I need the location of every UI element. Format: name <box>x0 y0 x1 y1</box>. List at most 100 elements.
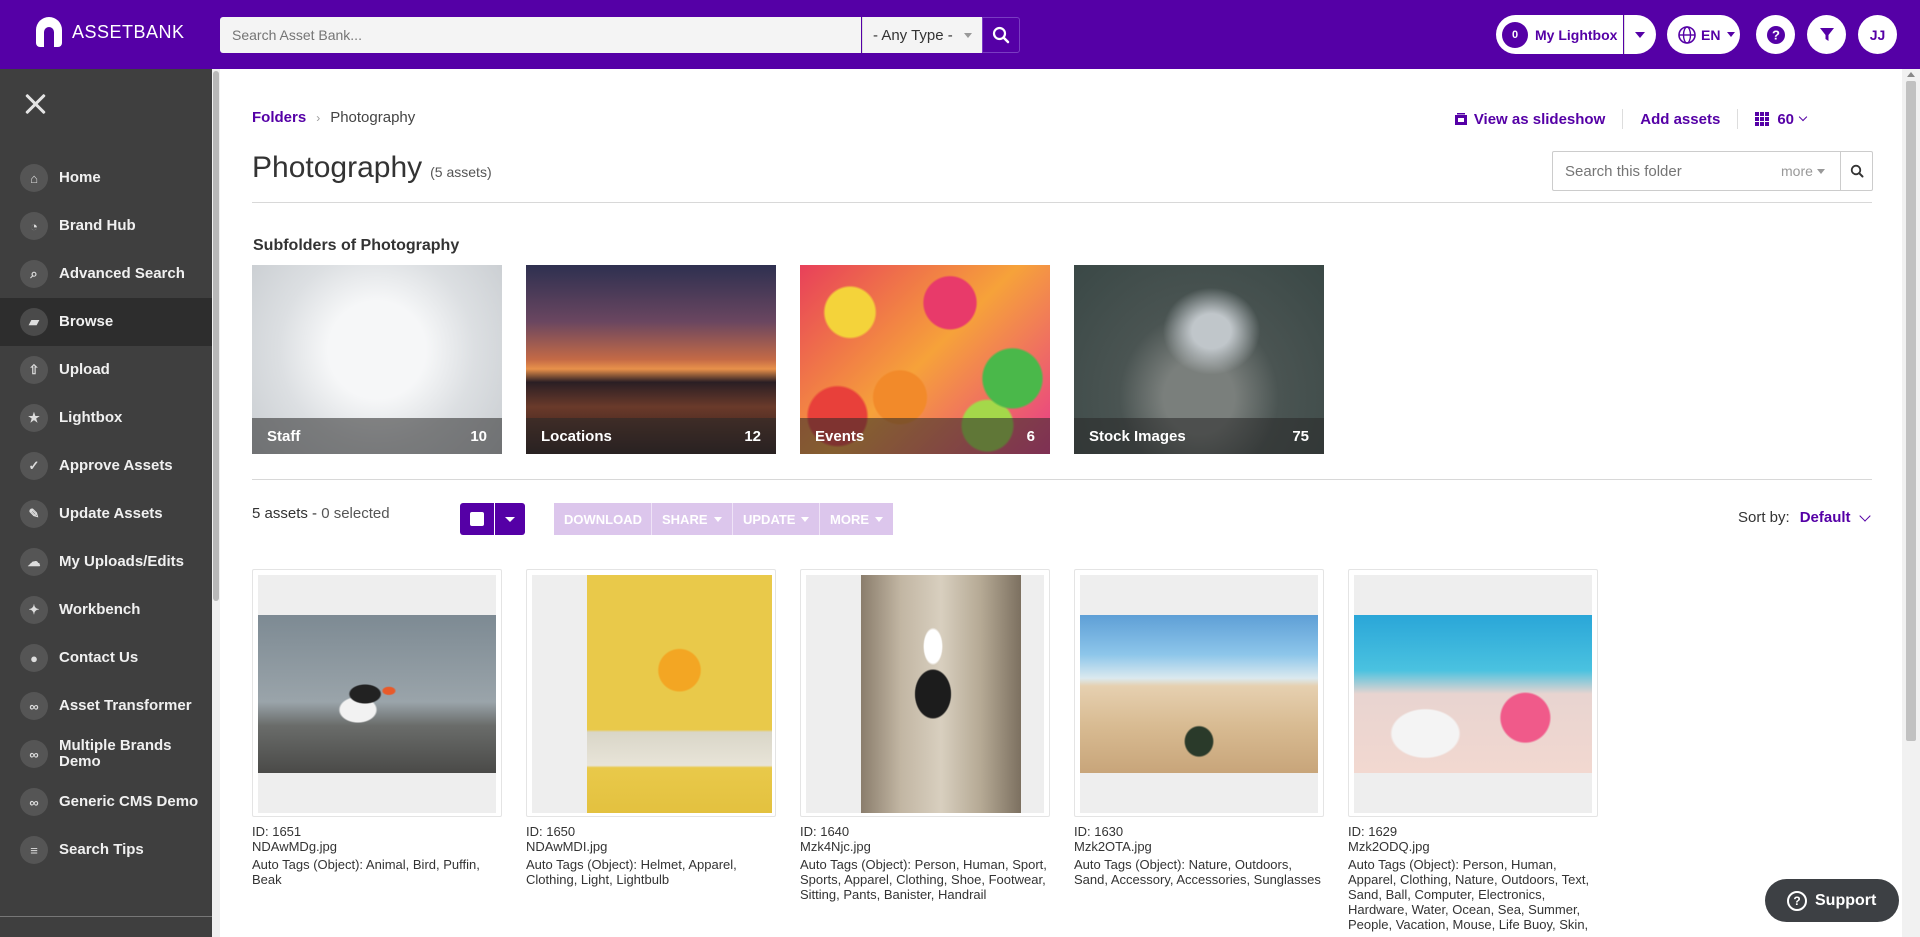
logo-icon <box>36 17 62 47</box>
asset-filename[interactable]: NDAwMDI.jpg <box>526 839 776 854</box>
asset-thumbnail[interactable] <box>1354 575 1592 813</box>
filter-icon <box>1819 27 1834 41</box>
share-button[interactable]: SHARE <box>651 503 732 535</box>
asset-total-text: 5 assets - <box>252 505 318 522</box>
download-button[interactable]: DOWNLOAD <box>554 503 652 535</box>
lightbox-label: My Lightbox <box>1535 26 1618 43</box>
sort-control[interactable]: Sort by: Default <box>1738 509 1871 526</box>
sidebar-item-home[interactable]: ⌂ Home <box>0 154 212 202</box>
download-label: DOWNLOAD <box>564 511 642 527</box>
view-slideshow-label: View as slideshow <box>1473 110 1606 128</box>
brand-icon: ◔ <box>20 212 48 240</box>
asset-card[interactable] <box>1348 569 1598 817</box>
sidebar-item-label: My Uploads/Edits <box>59 553 185 570</box>
global-search-input[interactable] <box>232 27 861 43</box>
asset-thumbnail[interactable] <box>258 575 496 813</box>
close-sidebar-icon[interactable] <box>22 91 48 117</box>
subfolder-tile-events[interactable]: Events 6 <box>800 265 1050 454</box>
breadcrumb-folders-link[interactable]: Folders <box>252 109 306 126</box>
sidebar-item-generic-cms-demo[interactable]: ∞ Generic CMS Demo <box>0 778 212 826</box>
user-avatar-button[interactable]: JJ <box>1858 15 1897 54</box>
sidebar-item-label: Search Tips <box>59 841 144 858</box>
global-search-button[interactable] <box>982 17 1020 53</box>
sidebar-item-browse[interactable]: ▰ Browse <box>0 298 212 346</box>
asset-card[interactable] <box>1074 569 1324 817</box>
folder-search-field[interactable]: more <box>1552 151 1873 191</box>
asset-thumbnail[interactable] <box>532 575 772 813</box>
sidebar-item-workbench[interactable]: ✦ Workbench <box>0 586 212 634</box>
sidebar-item-contact-us[interactable]: ● Contact Us <box>0 634 212 682</box>
help-icon: ? <box>1787 890 1807 911</box>
page-size-select[interactable]: 60 <box>1755 111 1808 128</box>
sidebar-item-brand-hub[interactable]: ◔ Brand Hub <box>0 202 212 250</box>
folder-search-button[interactable] <box>1840 152 1872 190</box>
subfolder-count: 75 <box>1292 427 1309 445</box>
sidebar-item-upload[interactable]: ⇧ Upload <box>0 346 212 394</box>
support-button[interactable]: ? Support <box>1765 879 1899 922</box>
asset-meta: ID: 1629 Mzk2ODQ.jpg Auto Tags (Object):… <box>1348 824 1598 932</box>
sidebar-item-lightbox[interactable]: ★ Lightbox <box>0 394 212 442</box>
folder-asset-count: (5 assets) <box>430 164 492 180</box>
asset-thumbnail[interactable] <box>1080 575 1318 813</box>
global-search-field[interactable] <box>220 17 861 53</box>
lightbox-dropdown-button[interactable] <box>1624 15 1656 54</box>
asset-tags: Auto Tags (Object): Helmet, Apparel, Clo… <box>526 857 737 887</box>
grid-icon <box>1755 112 1770 126</box>
app-logo[interactable]: ASSETBANK <box>36 17 185 47</box>
asset-card[interactable] <box>526 569 776 817</box>
link-icon: ∞ <box>20 692 48 720</box>
sidebar-item-label: Workbench <box>59 601 141 618</box>
more-actions-button[interactable]: MORE <box>819 503 893 535</box>
chevron-down-icon <box>1858 509 1871 522</box>
chevron-down-icon <box>1635 32 1645 38</box>
sidebar-item-label: Advanced Search <box>59 265 185 282</box>
subfolder-caption: Events 6 <box>800 418 1050 454</box>
help-button[interactable]: ? <box>1756 15 1795 54</box>
subfolder-tile-stock-images[interactable]: Stock Images 75 <box>1074 265 1324 454</box>
sidebar-item-label: Upload <box>59 361 110 378</box>
language-button[interactable]: EN <box>1667 15 1740 54</box>
page-scrollbar[interactable] <box>1902 69 1920 937</box>
scroll-up-icon[interactable] <box>1907 72 1915 77</box>
asset-type-select[interactable]: - Any Type - <box>862 17 982 53</box>
folder-search-input[interactable] <box>1553 162 1773 180</box>
checkbox-icon <box>470 512 484 526</box>
folder-search-more-link[interactable]: more <box>1781 163 1825 179</box>
upload-icon: ⇧ <box>20 356 48 384</box>
asset-card[interactable] <box>800 569 1050 817</box>
subfolder-tile-staff[interactable]: Staff 10 <box>252 265 502 454</box>
sidebar-scrollbar-thumb[interactable] <box>213 71 219 601</box>
view-slideshow-link[interactable]: View as slideshow <box>1454 111 1605 128</box>
lightbox-count-badge: 0 <box>1502 21 1528 48</box>
svg-text:?: ? <box>1772 27 1780 42</box>
subfolder-caption: Locations 12 <box>526 418 776 454</box>
sidebar-item-advanced-search[interactable]: ⌕ Advanced Search <box>0 250 212 298</box>
subfolder-tile-locations[interactable]: Locations 12 <box>526 265 776 454</box>
subfolders-heading: Subfolders of Photography <box>253 237 460 254</box>
filter-button[interactable] <box>1807 15 1846 54</box>
asset-card[interactable] <box>252 569 502 817</box>
action-divider <box>1622 109 1624 129</box>
sidebar-item-update-assets[interactable]: ✎ Update Assets <box>0 490 212 538</box>
add-assets-link[interactable]: Add assets <box>1640 111 1720 128</box>
my-lightbox-button[interactable]: 0 My Lightbox <box>1496 15 1623 54</box>
chat-icon: ● <box>20 644 48 672</box>
sidebar-item-my-uploads-edits[interactable]: ☁ My Uploads/Edits <box>0 538 212 586</box>
select-options-dropdown[interactable] <box>495 503 525 535</box>
update-button[interactable]: UPDATE <box>732 503 820 535</box>
sidebar-item-approve-assets[interactable]: ✓ Approve Assets <box>0 442 212 490</box>
sidebar-item-label: Home <box>59 169 101 186</box>
breadcrumb-current: Photography <box>330 109 416 126</box>
sidebar-item-search-tips[interactable]: ≡ Search Tips <box>0 826 212 874</box>
sidebar-scrollbar[interactable] <box>212 69 220 937</box>
asset-filename[interactable]: NDAwMDg.jpg <box>252 839 502 854</box>
asset-filename[interactable]: Mzk2OTA.jpg <box>1074 839 1324 854</box>
asset-filename[interactable]: Mzk4Njc.jpg <box>800 839 1050 854</box>
sidebar-item-multiple-brands-demo[interactable]: ∞ Multiple Brands Demo <box>0 730 212 778</box>
page-scrollbar-thumb[interactable] <box>1906 81 1916 741</box>
asset-filename[interactable]: Mzk2ODQ.jpg <box>1348 839 1598 854</box>
sidebar-item-asset-transformer[interactable]: ∞ Asset Transformer <box>0 682 212 730</box>
asset-thumbnail[interactable] <box>806 575 1044 813</box>
top-bar: ASSETBANK - Any Type - 0 My Lightbox EN … <box>0 0 1920 69</box>
select-all-checkbox[interactable] <box>460 503 494 535</box>
